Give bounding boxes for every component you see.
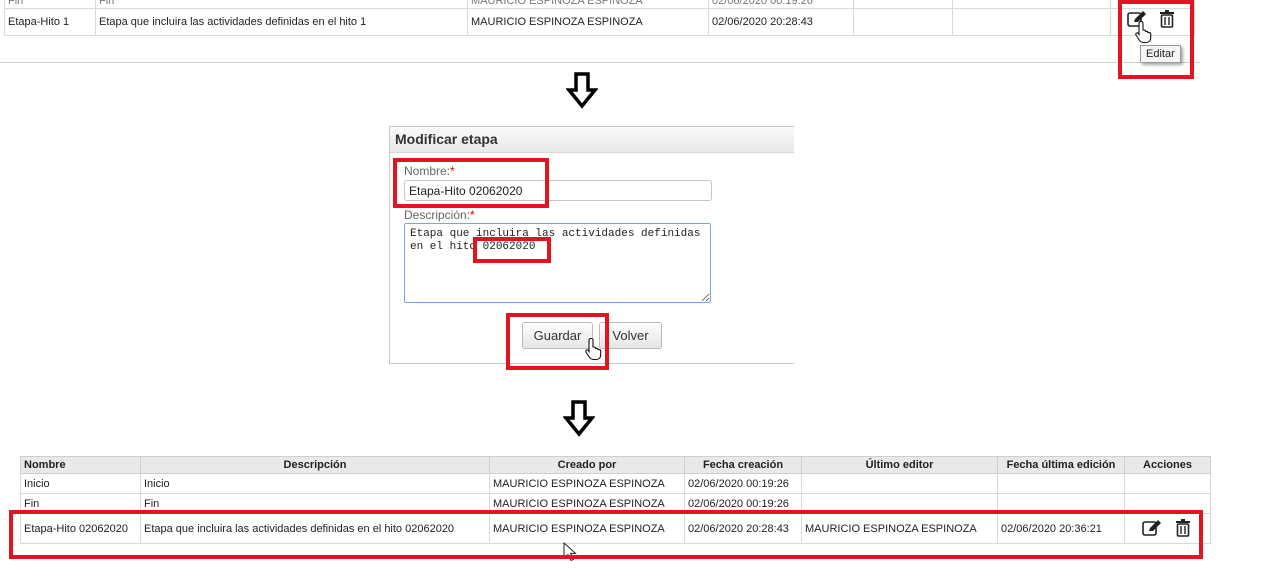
table-row: Fin Fin MAURICIO ESPINOZA ESPINOZA 02/06… [4, 0, 1195, 9]
cell-name: Fin [4, 0, 96, 9]
cell-created-by: MAURICIO ESPINOZA ESPINOZA [489, 473, 685, 494]
cell-created-at: 02/06/2020 20:28:43 [708, 8, 854, 36]
highlight-box [9, 510, 1203, 559]
col-header-last-editor[interactable]: Último editor [801, 456, 998, 474]
cell-description: Inicio [140, 473, 490, 494]
highlight-box [1118, 0, 1194, 79]
divider [0, 62, 1200, 63]
highlight-box [506, 313, 609, 370]
cell-created-at: 02/06/2020 00:19:26 [708, 0, 854, 9]
table-row: Inicio Inicio MAURICIO ESPINOZA ESPINOZA… [20, 473, 1211, 494]
cell-last-editor [853, 0, 953, 9]
cell-created-by: MAURICIO ESPINOZA ESPINOZA [467, 8, 709, 36]
arrow-down-icon [565, 72, 599, 113]
dialog-title: Modificar etapa [390, 127, 794, 153]
table-header-row: Nombre Descripción Creado por Fecha crea… [20, 456, 1211, 474]
highlight-box [393, 158, 549, 208]
cell-created-at: 02/06/2020 00:19:26 [684, 473, 802, 494]
cell-last-editor [801, 473, 998, 494]
cell-description: Fin [95, 0, 468, 9]
cell-name: Etapa-Hito 1 [4, 8, 96, 36]
cell-last-edit-date [997, 473, 1125, 494]
col-header-name[interactable]: Nombre [20, 456, 141, 474]
table-row: Etapa-Hito 1 Etapa que incluira las acti… [4, 8, 1195, 36]
col-header-last-edit-date[interactable]: Fecha última edición [997, 456, 1125, 474]
cell-created-by: MAURICIO ESPINOZA ESPINOZA [467, 0, 709, 9]
col-header-created-by[interactable]: Creado por [489, 456, 685, 474]
arrow-down-icon [562, 400, 596, 441]
col-header-actions: Acciones [1124, 456, 1211, 474]
cell-last-edit-date [952, 0, 1111, 9]
col-header-created-at[interactable]: Fecha creación [684, 456, 802, 474]
cell-last-edit-date [952, 8, 1111, 36]
cell-last-editor [853, 8, 953, 36]
description-label: Descripción:* [404, 208, 475, 222]
cell-actions [1124, 473, 1211, 494]
stages-table-before: Fin Fin MAURICIO ESPINOZA ESPINOZA 02/06… [4, 0, 1195, 36]
highlight-box [473, 237, 551, 263]
cell-description: Etapa que incluira las actividades defin… [95, 8, 468, 36]
col-header-description[interactable]: Descripción [140, 456, 490, 474]
description-textarea[interactable]: Etapa que incluira las actividades defin… [404, 223, 711, 303]
cell-name: Inicio [20, 473, 141, 494]
